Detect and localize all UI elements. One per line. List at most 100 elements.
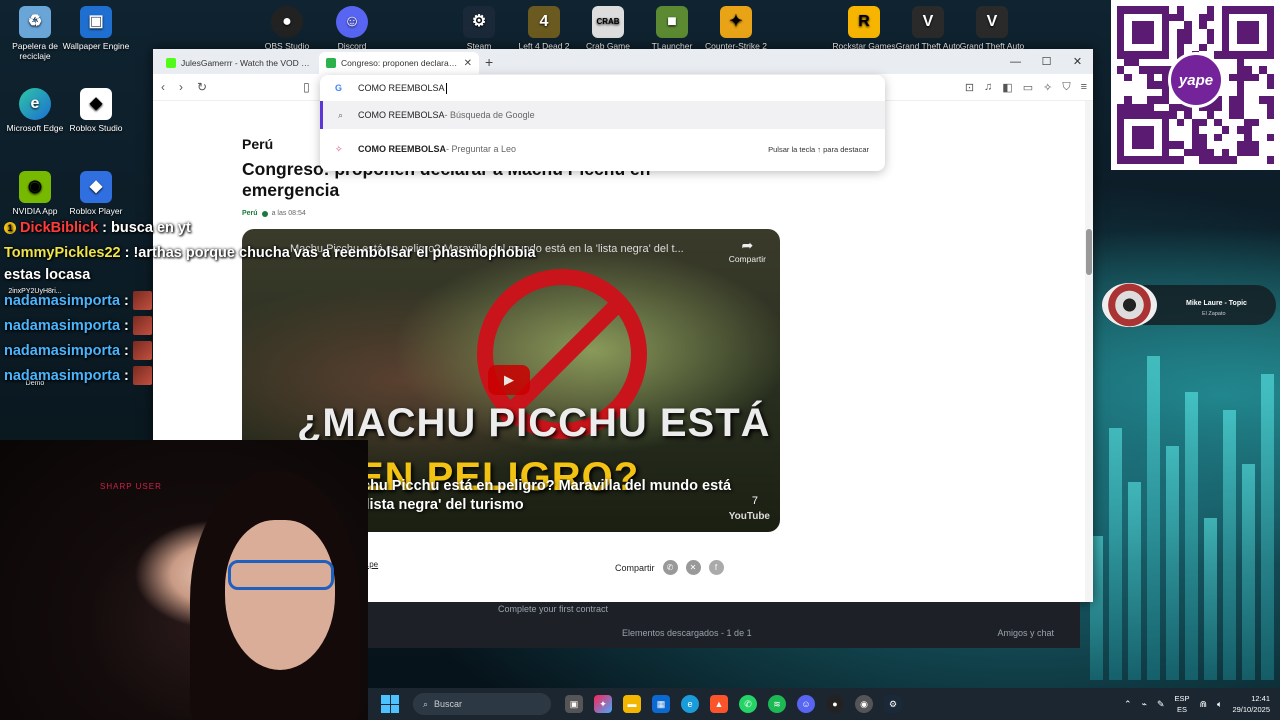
chat-message: 1 DickBiblick : busca en yt xyxy=(4,220,191,236)
vpn-shield-icon[interactable]: ⛉ xyxy=(1062,81,1070,94)
leo-ai-icon[interactable]: ✧ xyxy=(1043,81,1052,94)
gta-icon: V xyxy=(976,6,1008,38)
chat-message: TommyPickles22 : !arthas porque chucha v… xyxy=(4,245,536,261)
close-tab-icon[interactable]: ✕ xyxy=(464,58,472,69)
record-icon[interactable]: ◉ xyxy=(855,695,873,713)
desktop-icon-counter-strike[interactable]: ✦ Counter-Strike 2 xyxy=(701,6,771,51)
chat-message: nadamasimporta : xyxy=(4,291,152,310)
share-label: Compartir xyxy=(615,562,655,573)
live-dot-icon xyxy=(261,210,268,217)
chat-message: nadamasimporta : xyxy=(4,316,152,335)
page-scrollbar[interactable] xyxy=(1085,101,1093,602)
chat-emote-icon xyxy=(132,291,152,310)
share-arrow-icon: ➦ xyxy=(741,237,754,253)
sub-badge-icon: 1 xyxy=(4,222,16,234)
suggestion-ask-leo[interactable]: ✧ COMO REEMBOLSA - Preguntar a Leo Pulsa… xyxy=(320,135,885,163)
wallet-icon[interactable]: ▭ xyxy=(1023,81,1033,94)
counter-strike-icon: ✦ xyxy=(720,6,752,38)
taskbar-search[interactable]: ⌕ Buscar xyxy=(413,693,551,715)
steam-icon[interactable]: ⚙ xyxy=(884,695,902,713)
tab-congreso-article[interactable]: Congreso: proponen declarar a M ✕ xyxy=(319,52,479,74)
desktop-icon-nvidia[interactable]: ◉ NVIDIA App xyxy=(0,171,70,216)
suggestion-google-search[interactable]: ⌕ COMO REEMBOLSA - Búsqueda de Google xyxy=(320,101,885,129)
tab-bar: JulesGamerrr - Watch the VOD on Ki Congr… xyxy=(153,49,1093,74)
screenshot-icon[interactable]: ⊡ xyxy=(965,81,974,94)
obs-icon: ● xyxy=(271,6,303,38)
store-icon[interactable]: ▦ xyxy=(652,695,670,713)
desktop-icon-obs[interactable]: ● OBS Studio xyxy=(252,6,322,51)
desktop-icon-steam[interactable]: ⚙ Steam xyxy=(444,6,514,51)
desktop-icon-roblox-player[interactable]: ◆ Roblox Player xyxy=(61,171,131,216)
friends-chat-button[interactable]: Amigos y chat xyxy=(997,628,1054,638)
new-tab-button[interactable]: + xyxy=(479,54,499,74)
desktop-icon-discord[interactable]: ☺ Discord xyxy=(317,6,387,51)
reload-icon[interactable]: ↻ xyxy=(197,80,207,94)
pen-icon[interactable]: ✎ xyxy=(1157,699,1165,710)
tab-kick-vod[interactable]: JulesGamerrr - Watch the VOD on Ki xyxy=(159,52,319,74)
achievement-text: Complete your first contract xyxy=(498,604,609,614)
desktop-icon-edge[interactable]: e Microsoft Edge xyxy=(0,88,70,133)
video-caption: chu Picchu está en peligro? Maravilla de… xyxy=(362,478,732,513)
play-button[interactable]: ▶ xyxy=(488,365,530,395)
file-explorer-icon[interactable]: ▬ xyxy=(623,695,641,713)
article-section[interactable]: Perú xyxy=(242,136,273,152)
tlauncher-icon: ■ xyxy=(656,6,688,38)
discord-icon[interactable]: ☺ xyxy=(797,695,815,713)
site-favicon-icon xyxy=(326,58,336,68)
chevron-up-icon[interactable]: ⌃ xyxy=(1124,699,1132,710)
facebook-icon[interactable]: f xyxy=(708,560,724,575)
yape-logo: yape xyxy=(1168,52,1224,108)
rockstar-icon: R xyxy=(848,6,880,38)
scrollbar-thumb[interactable] xyxy=(1086,229,1092,275)
desktop-icon-left4dead2[interactable]: 4 Left 4 Dead 2 xyxy=(509,6,579,51)
steam-icon: ⚙ xyxy=(463,6,495,38)
desktop-icon-tlauncher[interactable]: ■ TLauncher xyxy=(637,6,707,51)
volume-icon[interactable]: 🔈︎ xyxy=(1217,699,1222,710)
windows-start-icon[interactable] xyxy=(381,695,399,713)
desktop-icon-gta-2[interactable]: V Grand Theft Auto xyxy=(957,6,1027,51)
music-note-icon[interactable]: ♫ xyxy=(984,81,992,94)
copilot-icon[interactable]: ✦ xyxy=(594,695,612,713)
desktop-icon-roblox-studio[interactable]: ◆ Roblox Studio xyxy=(61,88,131,133)
obs-icon[interactable]: ● xyxy=(826,695,844,713)
maximize-button[interactable]: ☐ xyxy=(1031,49,1062,74)
brave-icon[interactable]: ▲ xyxy=(710,695,728,713)
source-link[interactable]: .pe xyxy=(367,560,378,569)
desktop-icon-recycle-bin[interactable]: ♻ Papelera de reciclaje xyxy=(0,6,70,61)
search-icon: ⌕ xyxy=(423,698,429,709)
menu-icon[interactable]: ≡ xyxy=(1081,81,1087,94)
now-playing-widget[interactable]: Mike Laure - Topic El Zapato xyxy=(1102,283,1276,327)
task-view-icon[interactable]: ▣ xyxy=(565,695,583,713)
language-indicator[interactable]: ESP ES xyxy=(1174,693,1189,715)
clock[interactable]: 12:41 29/10/2025 xyxy=(1232,693,1270,715)
whatsapp-icon[interactable]: ✆ xyxy=(662,560,678,575)
address-bar-dropdown: G COMO REEMBOLSA ⌕ COMO REEMBOLSA - Búsq… xyxy=(320,75,885,171)
desktop-icon-wallpaper-engine[interactable]: ▣ Wallpaper Engine xyxy=(61,6,131,51)
desktop-icon-crab-game[interactable]: CRAB Crab Game xyxy=(573,6,643,51)
x-twitter-icon[interactable]: ✕ xyxy=(685,560,701,575)
wifi-icon[interactable]: ⋒ xyxy=(1200,699,1208,710)
byline-section[interactable]: Perú xyxy=(242,210,258,217)
bookmark-icon[interactable]: ▯ xyxy=(303,80,310,94)
desktop-icon-rockstar[interactable]: R Rockstar Games xyxy=(829,6,899,51)
sidebar-icon[interactable]: ◧ xyxy=(1002,81,1012,94)
close-window-button[interactable]: ✕ xyxy=(1062,49,1093,74)
wallpaper-engine-icon: ▣ xyxy=(80,6,112,38)
forward-icon[interactable]: › xyxy=(179,80,183,94)
whatsapp-icon[interactable]: ✆ xyxy=(739,695,757,713)
desktop-icon-gta-1[interactable]: V Grand Theft Auto xyxy=(893,6,963,51)
network-off-icon[interactable]: ⌁ xyxy=(1142,699,1147,710)
edge-icon[interactable]: e xyxy=(681,695,699,713)
spotify-icon[interactable]: ≋ xyxy=(768,695,786,713)
nvidia-icon: ◉ xyxy=(19,171,51,203)
video-share-button[interactable]: ➦ Compartir xyxy=(729,237,766,264)
edge-icon: e xyxy=(19,88,51,120)
back-icon[interactable]: ‹ xyxy=(161,80,165,94)
search-icon: ⌕ xyxy=(338,109,344,120)
downloads-status[interactable]: Elementos descargados - 1 de 1 xyxy=(622,628,752,638)
article-byline: Perú a las 08:54 xyxy=(242,210,306,217)
youtube-logo[interactable]: YouTube xyxy=(729,511,770,522)
share-bar: Compartir ✆ ✕ f xyxy=(615,560,724,575)
address-input[interactable]: G COMO REEMBOLSA xyxy=(320,75,885,101)
minimize-button[interactable]: — xyxy=(1000,49,1031,74)
